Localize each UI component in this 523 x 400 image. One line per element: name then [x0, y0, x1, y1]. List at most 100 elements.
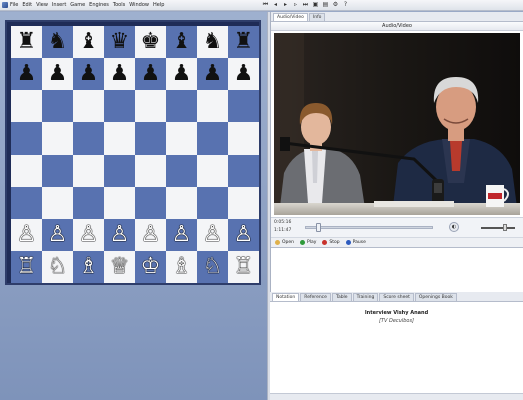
square-g7[interactable]: ♟ — [197, 58, 228, 91]
tab-score-sheet[interactable]: Score sheet — [379, 293, 414, 301]
square-b4[interactable] — [42, 154, 73, 187]
open-button[interactable]: Open — [275, 240, 294, 245]
black-piece[interactable]: ♝ — [172, 31, 192, 53]
white-piece[interactable]: ♙ — [17, 223, 37, 246]
menu-game[interactable]: Game — [70, 2, 85, 8]
square-g8[interactable]: ♞ — [197, 26, 228, 59]
square-g6[interactable] — [197, 90, 228, 123]
white-piece[interactable]: ♘ — [203, 255, 223, 278]
square-e2[interactable]: ♙ — [135, 218, 166, 251]
square-e4[interactable] — [135, 154, 166, 187]
seek-bar[interactable] — [305, 226, 433, 229]
square-c8[interactable]: ♝ — [73, 26, 104, 59]
square-d2[interactable]: ♙ — [104, 218, 135, 251]
black-piece[interactable]: ♟ — [110, 63, 130, 85]
square-d3[interactable] — [104, 186, 135, 219]
square-b8[interactable]: ♞ — [42, 26, 73, 59]
tab-audio-video[interactable]: Audio/Video — [273, 13, 308, 21]
square-h1[interactable]: ♖ — [228, 250, 259, 283]
save-icon[interactable]: ▣ — [312, 1, 319, 8]
menu-tools[interactable]: Tools — [113, 2, 125, 8]
square-a5[interactable] — [11, 122, 42, 155]
black-piece[interactable]: ♞ — [48, 31, 68, 53]
square-b5[interactable] — [42, 122, 73, 155]
square-c1[interactable]: ♗ — [73, 250, 104, 283]
square-f2[interactable]: ♙ — [166, 218, 197, 251]
stop-button[interactable]: Stop — [322, 240, 340, 245]
square-a6[interactable] — [11, 90, 42, 123]
white-piece[interactable]: ♙ — [110, 223, 130, 246]
square-h2[interactable]: ♙ — [228, 218, 259, 251]
black-piece[interactable]: ♟ — [48, 63, 68, 85]
skip-forward-icon[interactable]: ⏭ — [302, 1, 309, 8]
skip-back-icon[interactable]: ⏮ — [262, 1, 269, 8]
black-piece[interactable]: ♜ — [234, 31, 254, 53]
square-h8[interactable]: ♜ — [228, 26, 259, 59]
square-f3[interactable] — [166, 186, 197, 219]
menu-help[interactable]: Help — [153, 2, 164, 8]
square-g1[interactable]: ♘ — [197, 250, 228, 283]
white-piece[interactable]: ♙ — [234, 223, 254, 246]
square-a1[interactable]: ♖ — [11, 250, 42, 283]
white-piece[interactable]: ♘ — [48, 255, 68, 278]
white-piece[interactable]: ♗ — [79, 255, 99, 278]
square-a7[interactable]: ♟ — [11, 58, 42, 91]
video-player[interactable] — [274, 33, 520, 215]
tab-notation[interactable]: Notation — [272, 293, 300, 301]
square-f4[interactable] — [166, 154, 197, 187]
white-piece[interactable]: ♖ — [234, 255, 254, 278]
white-piece[interactable]: ♖ — [17, 255, 37, 278]
black-piece[interactable]: ♟ — [203, 63, 223, 85]
square-d1[interactable]: ♕ — [104, 250, 135, 283]
menu-edit[interactable]: Edit — [22, 2, 32, 8]
square-c3[interactable] — [73, 186, 104, 219]
square-c6[interactable] — [73, 90, 104, 123]
square-e3[interactable] — [135, 186, 166, 219]
menu-view[interactable]: View — [36, 2, 48, 8]
black-piece[interactable]: ♟ — [234, 63, 254, 85]
menu-insert[interactable]: Insert — [52, 2, 66, 8]
chess-board[interactable]: ♜ ♞ ♝ ♛ ♚ ♝ ♞ ♜ ♟ ♟ ♟ ♟ ♟ ♟ ♟ ♟ ♙ ♙ ♙ ♙ ♙ ♙ ♙ ♙ ♖ ♘ ♗ ♕ ♔ ♗ ♘ ♖ — [11, 26, 259, 283]
square-f1[interactable]: ♗ — [166, 250, 197, 283]
volume-icon[interactable]: ◐ — [449, 222, 459, 232]
white-piece[interactable]: ♙ — [48, 223, 68, 246]
square-a3[interactable] — [11, 186, 42, 219]
square-h3[interactable] — [228, 186, 259, 219]
settings-icon[interactable]: ⚙ — [332, 1, 339, 8]
pause-button[interactable]: Pause — [345, 240, 366, 245]
square-g3[interactable] — [197, 186, 228, 219]
square-d5[interactable] — [104, 122, 135, 155]
square-d8[interactable]: ♛ — [104, 26, 135, 59]
menu-file[interactable]: File — [10, 2, 18, 8]
square-b6[interactable] — [42, 90, 73, 123]
white-piece[interactable]: ♙ — [141, 223, 161, 246]
black-piece[interactable]: ♜ — [17, 31, 37, 53]
square-d4[interactable] — [104, 154, 135, 187]
white-piece[interactable]: ♙ — [172, 223, 192, 246]
square-e7[interactable]: ♟ — [135, 58, 166, 91]
square-f7[interactable]: ♟ — [166, 58, 197, 91]
black-piece[interactable]: ♚ — [141, 31, 161, 53]
square-e6[interactable] — [135, 90, 166, 123]
menu-engines[interactable]: Engines — [89, 2, 109, 8]
tab-info[interactable]: Info — [308, 13, 326, 21]
square-b7[interactable]: ♟ — [42, 58, 73, 91]
square-a2[interactable]: ♙ — [11, 218, 42, 251]
square-b3[interactable] — [42, 186, 73, 219]
white-piece[interactable]: ♕ — [110, 255, 130, 278]
white-piece[interactable]: ♔ — [141, 255, 161, 278]
play-button[interactable]: Play — [300, 240, 316, 245]
tab-table[interactable]: Table — [331, 293, 352, 301]
square-h4[interactable] — [228, 154, 259, 187]
white-piece[interactable]: ♙ — [79, 223, 99, 246]
help-icon[interactable]: ? — [342, 1, 349, 8]
square-a8[interactable]: ♜ — [11, 26, 42, 59]
tab-training[interactable]: Training — [352, 293, 379, 301]
square-c2[interactable]: ♙ — [73, 218, 104, 251]
square-e1[interactable]: ♔ — [135, 250, 166, 283]
black-piece[interactable]: ♟ — [141, 63, 161, 85]
play-icon[interactable]: ▸ — [282, 1, 289, 8]
square-g5[interactable] — [197, 122, 228, 155]
square-h7[interactable]: ♟ — [228, 58, 259, 91]
black-piece[interactable]: ♝ — [79, 31, 99, 53]
